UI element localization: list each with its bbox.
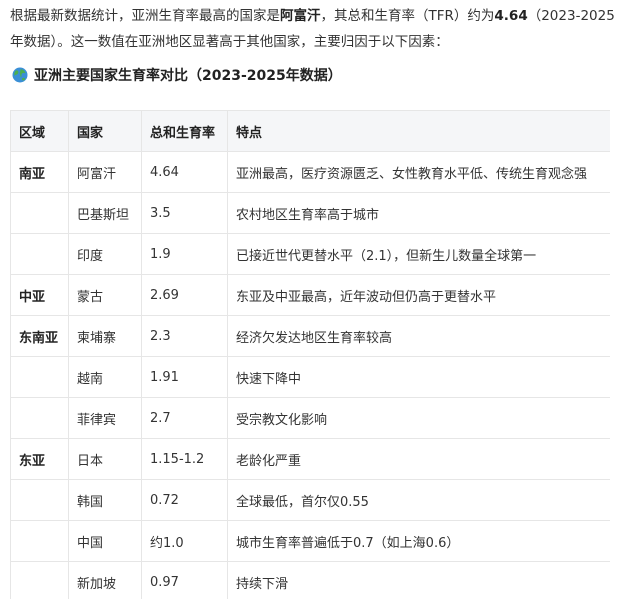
header-features: 特点 (227, 110, 610, 152)
cell-features: 持续下滑 (227, 561, 610, 599)
cell-features: 经济欠发达地区生育率较高 (227, 315, 610, 357)
table-row: 中国 约1.0 城市生育率普遍低于0.7（如上海0.6） (10, 520, 610, 562)
cell-tfr: 约1.0 (141, 520, 228, 562)
cell-region (10, 561, 69, 599)
cell-features: 城市生育率普遍低于0.7（如上海0.6） (227, 520, 610, 562)
cell-features: 已接近世代更替水平（2.1），但新生儿数量全球第一 (227, 233, 610, 275)
cell-region (10, 356, 69, 398)
cell-tfr: 1.9 (141, 233, 228, 275)
cell-tfr: 0.72 (141, 479, 228, 521)
cell-country: 越南 (68, 356, 142, 398)
table-row: 新加坡 0.97 持续下滑 (10, 561, 610, 599)
table-row: 韩国 0.72 全球最低，首尔仅0.55 (10, 479, 610, 521)
cell-country: 柬埔寨 (68, 315, 142, 357)
cell-region: 东南亚 (10, 315, 69, 357)
cell-country: 新加坡 (68, 561, 142, 599)
cell-country: 韩国 (68, 479, 142, 521)
cell-features: 快速下降中 (227, 356, 610, 398)
cell-features: 老龄化严重 (227, 438, 610, 480)
cell-tfr: 1.91 (141, 356, 228, 398)
intro-tfr: 4.64 (494, 8, 528, 24)
cell-country: 菲律宾 (68, 397, 142, 439)
table-row: 菲律宾 2.7 受宗教文化影响 (10, 397, 610, 439)
heading-title: 亚洲主要国家生育率对比（2023-2025年数据） (34, 68, 342, 84)
cell-tfr: 2.7 (141, 397, 228, 439)
table-row: 中亚 蒙古 2.69 东亚及中亚最高，近年波动但仍高于更替水平 (10, 274, 610, 316)
cell-region (10, 192, 69, 234)
cell-country: 阿富汗 (68, 151, 142, 193)
header-tfr: 总和生育率 (141, 110, 228, 152)
cell-country: 巴基斯坦 (68, 192, 142, 234)
intro-text-1: 根据最新数据统计，亚洲生育率最高的国家是 (10, 8, 280, 24)
header-country: 国家 (68, 110, 142, 152)
cell-features: 全球最低，首尔仅0.55 (227, 479, 610, 521)
intro-text-2: ，其总和生育率（TFR）约为 (320, 8, 495, 24)
globe-icon (12, 67, 28, 83)
table-row: 巴基斯坦 3.5 农村地区生育率高于城市 (10, 192, 610, 234)
cell-region (10, 520, 69, 562)
cell-features: 农村地区生育率高于城市 (227, 192, 610, 234)
cell-region (10, 233, 69, 275)
table-header-row: 区域 国家 总和生育率 特点 (10, 110, 610, 152)
cell-features: 东亚及中亚最高，近年波动但仍高于更替水平 (227, 274, 610, 316)
cell-tfr: 2.3 (141, 315, 228, 357)
cell-tfr: 4.64 (141, 151, 228, 193)
cell-tfr: 2.69 (141, 274, 228, 316)
cell-country: 日本 (68, 438, 142, 480)
table-row: 越南 1.91 快速下降中 (10, 356, 610, 398)
fertility-table-container[interactable]: 区域 国家 总和生育率 特点 南亚 阿富汗 4.64 亚洲最高，医疗资源匮乏、女性教育… (10, 110, 610, 599)
intro-country: 阿富汗 (280, 8, 321, 24)
cell-region: 东亚 (10, 438, 69, 480)
section-heading: 亚洲主要国家生育率对比（2023-2025年数据） (12, 62, 342, 88)
cell-region (10, 397, 69, 439)
table-row: 东亚 日本 1.15-1.2 老龄化严重 (10, 438, 610, 480)
cell-tfr: 3.5 (141, 192, 228, 234)
cell-region: 南亚 (10, 151, 69, 193)
cell-region: 中亚 (10, 274, 69, 316)
fertility-table: 区域 国家 总和生育率 特点 南亚 阿富汗 4.64 亚洲最高，医疗资源匮乏、女性教育… (10, 110, 610, 599)
cell-country: 中国 (68, 520, 142, 562)
header-region: 区域 (10, 110, 69, 152)
intro-paragraph: 根据最新数据统计，亚洲生育率最高的国家是阿富汗，其总和生育率（TFR）约为4.6… (10, 3, 620, 55)
cell-country: 印度 (68, 233, 142, 275)
cell-region (10, 479, 69, 521)
cell-features: 亚洲最高，医疗资源匮乏、女性教育水平低、传统生育观念强 (227, 151, 610, 193)
cell-tfr: 1.15-1.2 (141, 438, 228, 480)
cell-features: 受宗教文化影响 (227, 397, 610, 439)
table-row: 南亚 阿富汗 4.64 亚洲最高，医疗资源匮乏、女性教育水平低、传统生育观念强 (10, 151, 610, 193)
table-row: 东南亚 柬埔寨 2.3 经济欠发达地区生育率较高 (10, 315, 610, 357)
table-row: 印度 1.9 已接近世代更替水平（2.1），但新生儿数量全球第一 (10, 233, 610, 275)
cell-country: 蒙古 (68, 274, 142, 316)
cell-tfr: 0.97 (141, 561, 228, 599)
